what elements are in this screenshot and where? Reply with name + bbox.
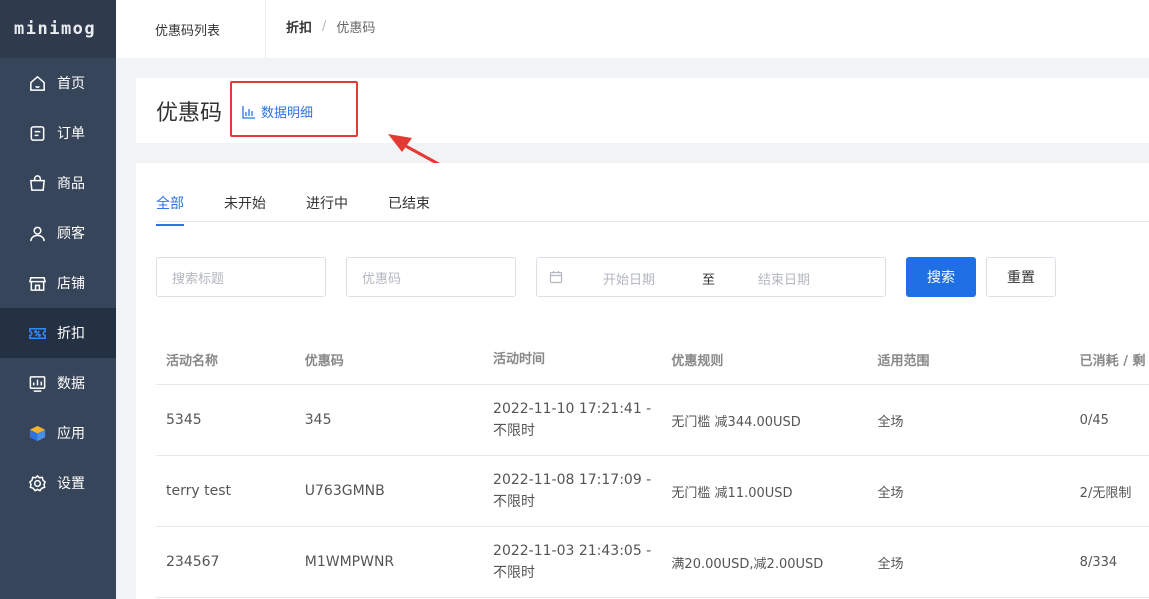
table-header: 活动名称 优惠码 活动时间 优惠规则 适用范围 已消耗 / 剩 bbox=[156, 335, 1149, 385]
cube-icon bbox=[28, 424, 47, 443]
top-bar: 优惠码列表 折扣 / 优惠码 bbox=[116, 0, 1149, 58]
sidebar-item-apps[interactable]: 应用 bbox=[0, 408, 116, 458]
cell-rule: 无门槛 减11.00USD bbox=[671, 485, 793, 501]
breadcrumb-parent[interactable]: 折扣 bbox=[286, 17, 312, 36]
cell-code: 345 bbox=[304, 412, 332, 428]
page-header: 优惠码 数据明细 bbox=[136, 78, 1149, 143]
cell-name: terry test bbox=[166, 483, 231, 499]
search-button[interactable]: 搜索 bbox=[906, 257, 976, 297]
store-icon bbox=[28, 274, 47, 293]
cell-time-start: 2022-11-10 17:21:41 - bbox=[493, 401, 652, 417]
sidebar-nav: 首页 订单 商品 顾客 店铺 折扣 数据 应用 设置 bbox=[0, 58, 116, 508]
header-discount-rule: 优惠规则 bbox=[671, 354, 724, 369]
date-range-separator: 至 bbox=[702, 273, 716, 288]
start-date-input[interactable]: 开始日期 bbox=[603, 269, 655, 288]
cell-time: 2022-11-10 17:21:41 - 不限时 bbox=[483, 385, 661, 455]
cell-usage: 2/无限制 bbox=[1079, 485, 1132, 501]
cell-time-start: 2022-11-03 21:43:05 - bbox=[493, 543, 652, 559]
sidebar-item-label: 店铺 bbox=[57, 276, 85, 292]
sidebar-item-label: 设置 bbox=[57, 476, 85, 492]
cell-usage: 0/45 bbox=[1079, 412, 1109, 428]
breadcrumb: 折扣 / 优惠码 bbox=[286, 0, 375, 53]
coupon-table: 活动名称 优惠码 活动时间 优惠规则 适用范围 已消耗 / 剩 5345 345… bbox=[156, 335, 1149, 598]
cell-scope: 全场 bbox=[877, 485, 904, 501]
cell-time-end: 不限时 bbox=[493, 565, 536, 581]
breadcrumb-separator: / bbox=[322, 19, 327, 34]
date-range-picker[interactable]: 开始日期 至 结束日期 bbox=[536, 257, 886, 297]
reset-button[interactable]: 重置 bbox=[986, 257, 1056, 297]
order-icon bbox=[28, 124, 47, 143]
header-activity-name: 活动名称 bbox=[166, 354, 219, 369]
cell-time-end: 不限时 bbox=[493, 494, 536, 510]
user-icon bbox=[28, 224, 47, 243]
gear-icon bbox=[28, 474, 47, 493]
search-title-input[interactable]: 搜索标题 bbox=[156, 257, 326, 297]
sidebar-item-label: 数据 bbox=[57, 376, 85, 392]
sidebar-item-label: 应用 bbox=[57, 426, 85, 442]
sidebar-item-data[interactable]: 数据 bbox=[0, 358, 116, 408]
header-activity-time: 活动时间 bbox=[493, 351, 546, 367]
page-title: 优惠码 bbox=[156, 101, 223, 126]
sidebar-item-orders[interactable]: 订单 bbox=[0, 108, 116, 158]
cell-rule: 无门槛 减344.00USD bbox=[671, 414, 801, 430]
header-scope: 适用范围 bbox=[877, 354, 930, 369]
sidebar-item-customers[interactable]: 顾客 bbox=[0, 208, 116, 258]
sidebar-item-label: 折扣 bbox=[57, 326, 85, 342]
sidebar: minimog 首页 订单 商品 顾客 店铺 折扣 数据 应用 设置 bbox=[0, 0, 116, 599]
table-row[interactable]: terry test U763GMNB 2022-11-08 17:17:09 … bbox=[156, 456, 1149, 527]
sidebar-item-products[interactable]: 商品 bbox=[0, 158, 116, 208]
logo-area: minimog bbox=[0, 0, 116, 58]
cell-scope: 全场 bbox=[877, 414, 904, 430]
home-icon bbox=[28, 74, 47, 93]
tab-coupon-list[interactable]: 优惠码列表 bbox=[116, 0, 266, 58]
cell-time-start: 2022-11-08 17:17:09 - bbox=[493, 472, 652, 488]
discount-icon bbox=[28, 324, 47, 343]
cell-code: U763GMNB bbox=[304, 483, 385, 499]
tabs-divider bbox=[156, 221, 1149, 222]
bar-chart-icon bbox=[242, 105, 255, 119]
chart-icon bbox=[28, 374, 47, 393]
sidebar-item-home[interactable]: 首页 bbox=[0, 58, 116, 108]
header-usage: 已消耗 / 剩 bbox=[1079, 354, 1146, 369]
header-coupon-code: 优惠码 bbox=[304, 354, 344, 369]
sidebar-item-label: 商品 bbox=[57, 176, 85, 192]
end-date-input[interactable]: 结束日期 bbox=[758, 269, 810, 288]
sidebar-item-label: 首页 bbox=[57, 76, 85, 92]
bag-icon bbox=[28, 174, 47, 193]
cell-name: 5345 bbox=[166, 412, 202, 428]
table-row[interactable]: 234567 M1WMPWNR 2022-11-03 21:43:05 - 不限时… bbox=[156, 527, 1149, 598]
cell-scope: 全场 bbox=[877, 556, 904, 572]
cell-code: M1WMPWNR bbox=[304, 554, 395, 570]
cell-time: 2022-11-08 17:17:09 - 不限时 bbox=[483, 456, 661, 526]
breadcrumb-current: 优惠码 bbox=[336, 21, 376, 36]
coupon-code-input[interactable]: 优惠码 bbox=[346, 257, 516, 297]
table-row[interactable]: 5345 345 2022-11-10 17:21:41 - 不限时 无门槛 减3… bbox=[156, 385, 1149, 456]
cell-rule: 满20.00USD,减2.00USD bbox=[671, 556, 824, 572]
cell-time: 2022-11-03 21:43:05 - 不限时 bbox=[483, 527, 661, 597]
sidebar-item-discount[interactable]: 折扣 bbox=[0, 308, 116, 358]
sidebar-item-label: 顾客 bbox=[57, 226, 85, 242]
calendar-icon bbox=[549, 271, 563, 284]
cell-name: 234567 bbox=[166, 554, 220, 570]
data-detail-link[interactable]: 数据明细 bbox=[242, 102, 313, 121]
sidebar-item-store[interactable]: 店铺 bbox=[0, 258, 116, 308]
data-detail-label: 数据明细 bbox=[261, 106, 314, 121]
cell-usage: 8/334 bbox=[1079, 554, 1118, 570]
coupon-list-panel: 全部 未开始 进行中 已结束 搜索标题 优惠码 开始日期 至 结束日期 搜索 重… bbox=[136, 163, 1149, 599]
cell-time-end: 不限时 bbox=[493, 423, 536, 439]
sidebar-item-label: 订单 bbox=[57, 126, 85, 142]
app-logo[interactable]: minimog bbox=[14, 19, 96, 39]
sidebar-item-settings[interactable]: 设置 bbox=[0, 458, 116, 508]
